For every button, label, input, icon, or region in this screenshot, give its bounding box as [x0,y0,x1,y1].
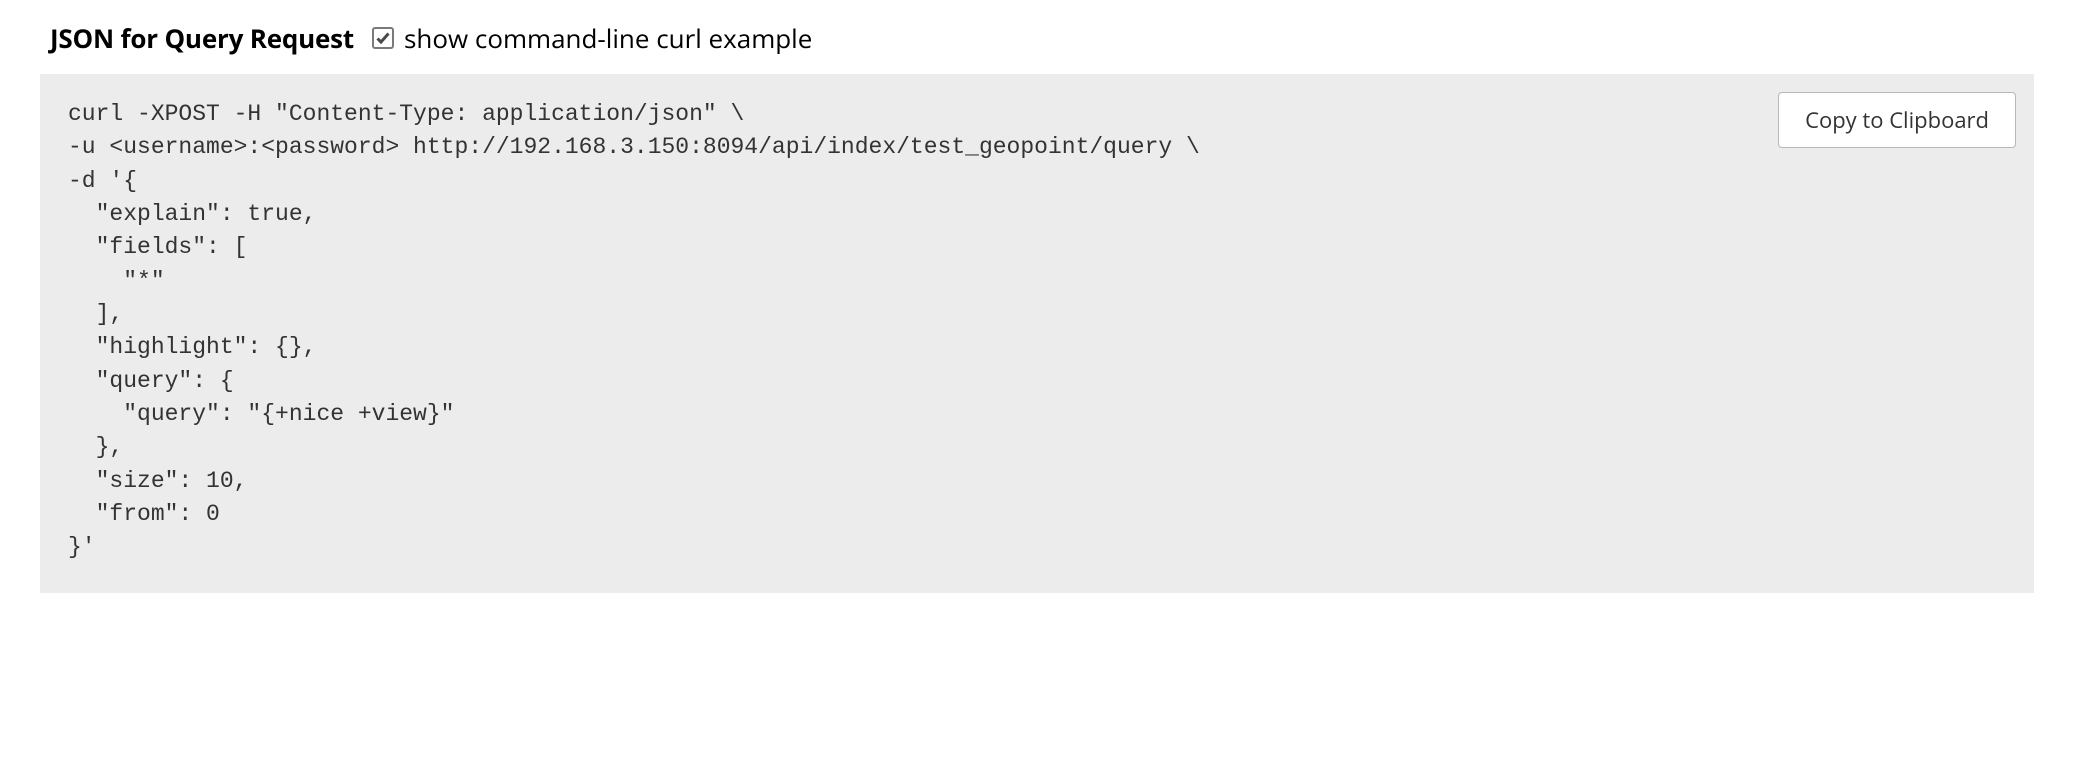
code-content: curl -XPOST -H "Content-Type: applicatio… [68,98,2006,565]
section-header: JSON for Query Request show command-line… [50,20,2034,56]
copy-to-clipboard-button[interactable]: Copy to Clipboard [1778,92,2016,148]
checkbox-box [372,27,394,49]
checkbox-label: show command-line curl example [404,20,812,56]
section-title: JSON for Query Request [50,20,354,56]
code-block: Copy to Clipboard curl -XPOST -H "Conten… [40,74,2034,593]
checkmark-icon [375,30,391,46]
show-curl-checkbox[interactable]: show command-line curl example [372,20,812,56]
